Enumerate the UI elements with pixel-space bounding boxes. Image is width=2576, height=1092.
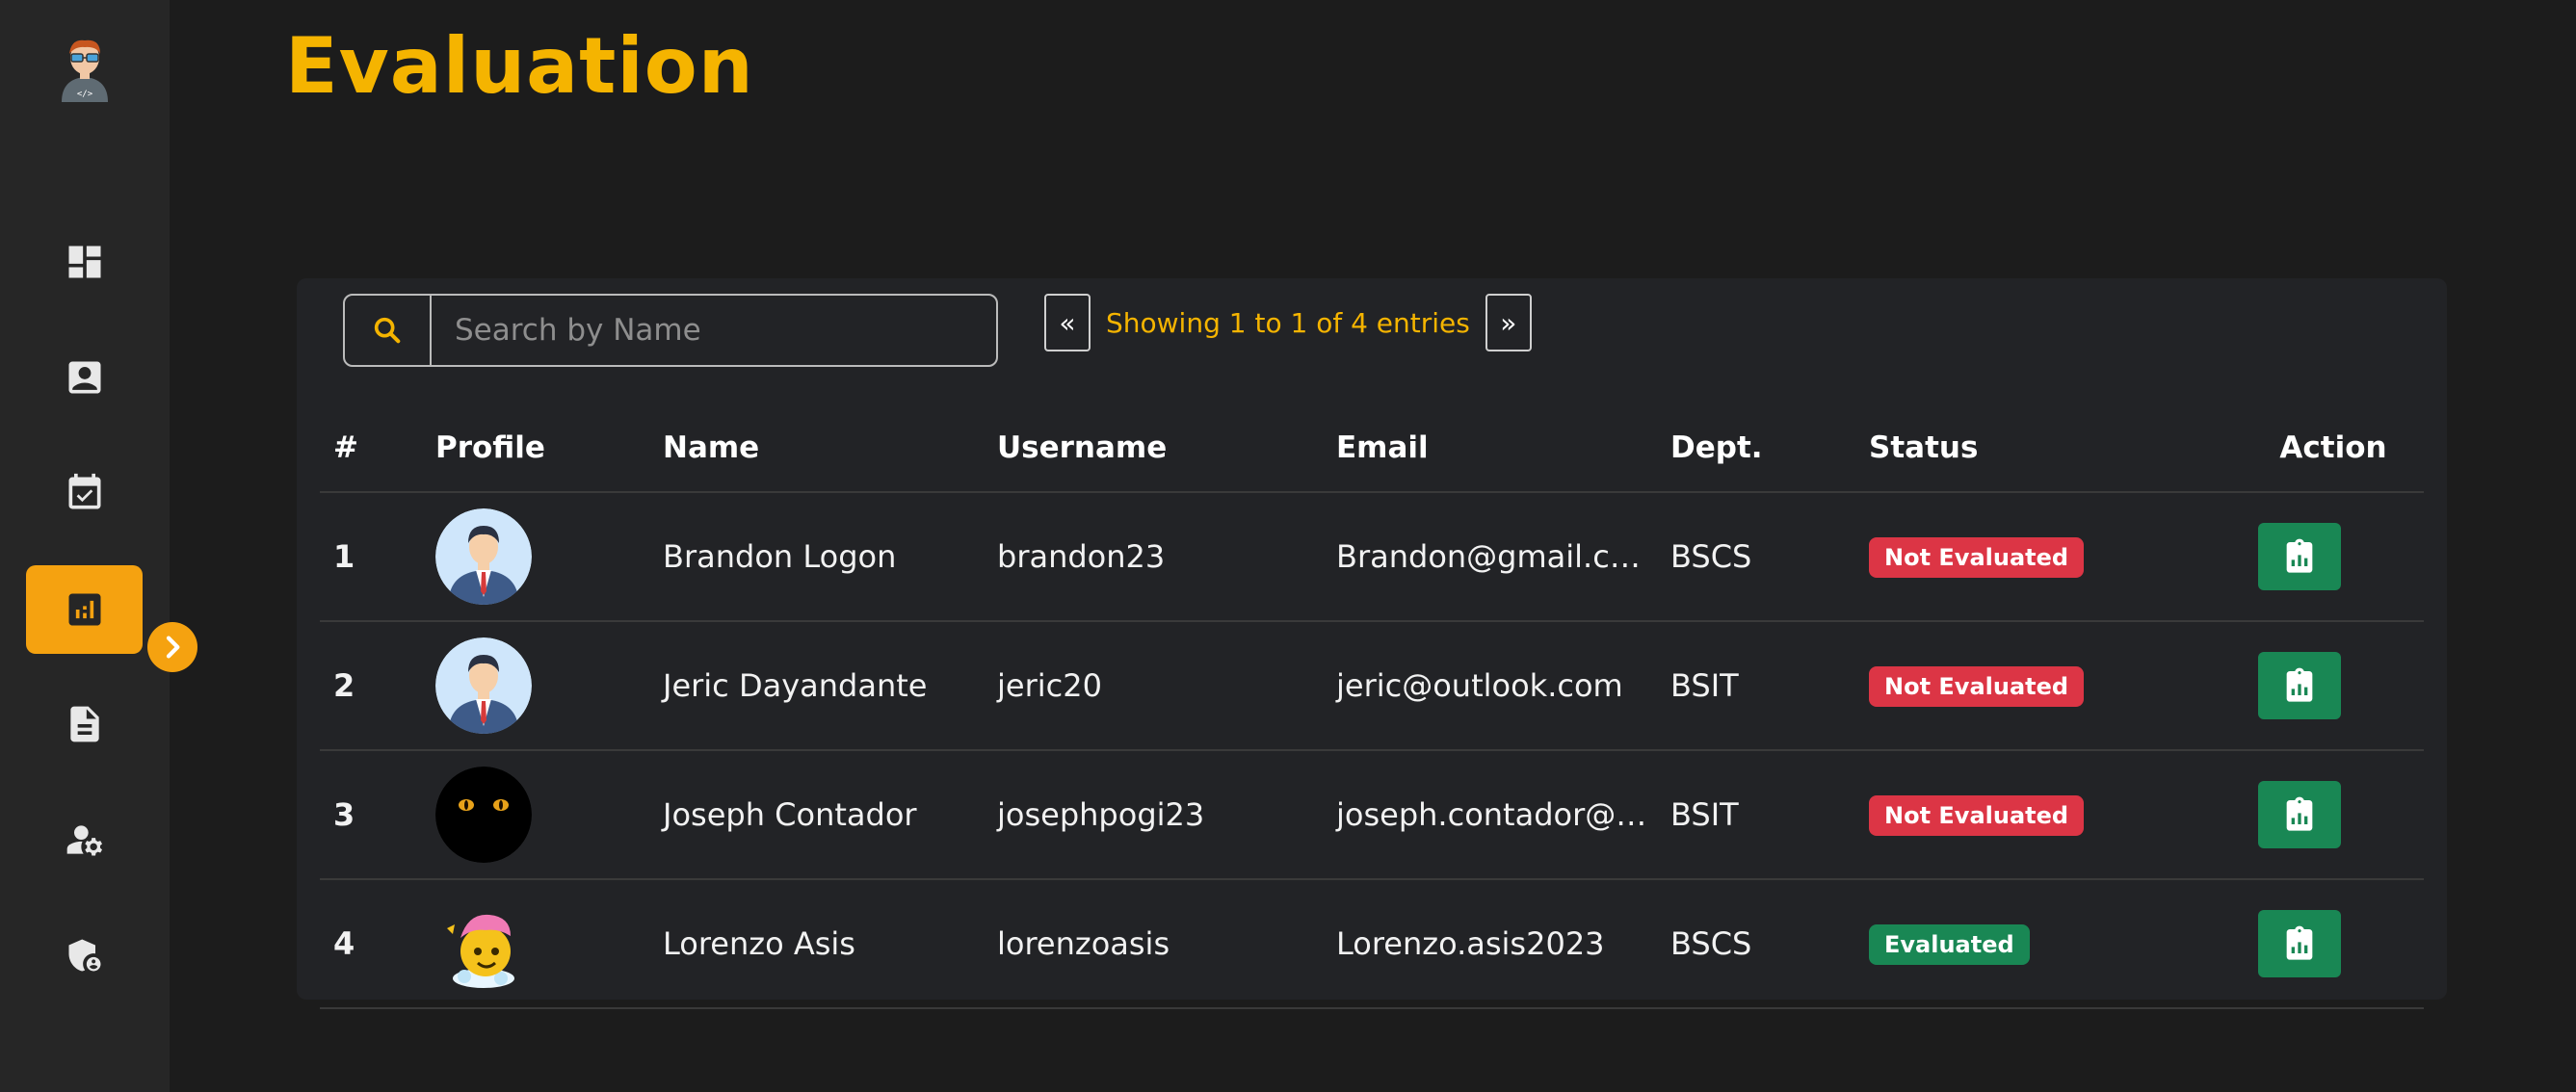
user-settings-icon [66,825,102,856]
businessman-avatar [435,637,532,734]
sidebar-item-reports[interactable] [26,680,143,768]
header-action: Action [2229,403,2424,493]
status-cell: Not Evaluated [1855,621,2229,751]
header-username: Username [984,403,1323,493]
dashboard-icon [68,246,100,278]
row-number: 1 [320,492,422,622]
evaluate-button[interactable] [2258,523,2341,590]
chevron-right-icon [166,636,180,659]
clipboard-chart-icon [2286,796,2313,831]
evaluate-button[interactable] [2258,781,2341,848]
sidebar-item-schedule[interactable] [26,449,143,537]
sidebar-item-security[interactable] [26,911,143,1000]
status-cell: Not Evaluated [1855,750,2229,880]
status-badge: Not Evaluated [1869,536,2085,578]
search-input[interactable] [432,296,996,365]
dept-cell: BSCS [1657,879,1855,1009]
evaluation-table-card: « Showing 1 to 1 of 4 entries » # Profil… [297,278,2447,1009]
email-cell: Lorenzo.asis2023 [1323,879,1657,1009]
profile-cell [422,621,649,751]
status-cell: Evaluated [1855,879,2229,1009]
page-title: Evaluation [285,21,754,111]
sidebar-item-profile[interactable] [26,333,143,422]
dept-cell: BSIT [1657,621,1855,751]
analytics-icon [68,593,100,626]
status-cell: Not Evaluated [1855,492,2229,622]
action-cell [2229,621,2424,751]
evaluate-button[interactable] [2258,910,2341,977]
header-dept: Dept. [1657,403,1855,493]
search-bar [343,294,998,367]
action-cell [2229,750,2424,880]
search-icon [374,317,401,344]
pagination-info: Showing 1 to 1 of 4 entries [1106,306,1470,339]
emoji-bath-avatar [435,896,532,992]
action-cell [2229,492,2424,622]
dept-cell: BSCS [1657,492,1855,622]
profile-cell [422,492,649,622]
svg-text:</>: </> [77,90,93,99]
cat-eyes-avatar [435,767,532,863]
status-badge: Evaluated [1869,923,2030,965]
profile-cell [422,879,649,1009]
table-row: 3 Joseph Contador josephpogi23 joseph.co… [320,750,2424,880]
table-header-row: # Profile Name Username Email Dept. Stat… [320,403,2424,493]
username-cell: jeric20 [984,621,1323,751]
email-cell: joseph.contador@gmail.com [1323,750,1657,880]
email-cell: Brandon@gmail.com [1323,492,1657,622]
clipboard-chart-icon [2286,925,2313,960]
header-profile: Profile [422,403,649,493]
header-email: Email [1323,403,1657,493]
name-cell: Jeric Dayandante [649,621,984,751]
sidebar-item-evaluation[interactable] [26,565,143,654]
status-badge: Not Evaluated [1869,665,2085,707]
sidebar-item-dashboard[interactable] [26,218,143,306]
header-name: Name [649,403,984,493]
name-cell: Lorenzo Asis [649,879,984,1009]
evaluate-button[interactable] [2258,652,2341,719]
header-number: # [320,403,422,493]
calendar-check-icon [68,473,100,509]
user-avatar[interactable]: </> [54,35,116,102]
table-row: 2 Jeric Dayandante jeric20 jeric@outlook… [320,621,2424,751]
document-icon [69,706,99,742]
clipboard-chart-icon [2286,667,2313,702]
table-row: 1 Brandon Logon brandon23 Brandon@gmail.… [320,492,2424,622]
row-number: 3 [320,750,422,880]
search-button[interactable] [345,296,432,365]
header-status: Status [1855,403,2229,493]
email-cell: jeric@outlook.com [1323,621,1657,751]
action-cell [2229,879,2424,1009]
businessman-avatar [435,508,532,605]
status-badge: Not Evaluated [1869,794,2085,836]
shield-user-icon [68,939,100,972]
username-cell: josephpogi23 [984,750,1323,880]
username-cell: lorenzoasis [984,879,1323,1009]
profile-card-icon [68,361,100,394]
name-cell: Joseph Contador [649,750,984,880]
pagination: « Showing 1 to 1 of 4 entries » [1044,294,1532,351]
table-row: 4 Lorenzo Asis lorenzoasis Lorenzo.asis2… [320,879,2424,1009]
row-number: 4 [320,879,422,1009]
username-cell: brandon23 [984,492,1323,622]
name-cell: Brandon Logon [649,492,984,622]
sidebar-toggle-button[interactable] [147,622,197,672]
row-number: 2 [320,621,422,751]
profile-cell [422,750,649,880]
sidebar-item-user-settings[interactable] [26,795,143,884]
next-page-button[interactable]: » [1485,294,1532,351]
evaluation-table: # Profile Name Username Email Dept. Stat… [320,403,2424,1009]
prev-page-button[interactable]: « [1044,294,1091,351]
clipboard-chart-icon [2286,538,2313,573]
sidebar: </> [0,0,170,1092]
dept-cell: BSIT [1657,750,1855,880]
